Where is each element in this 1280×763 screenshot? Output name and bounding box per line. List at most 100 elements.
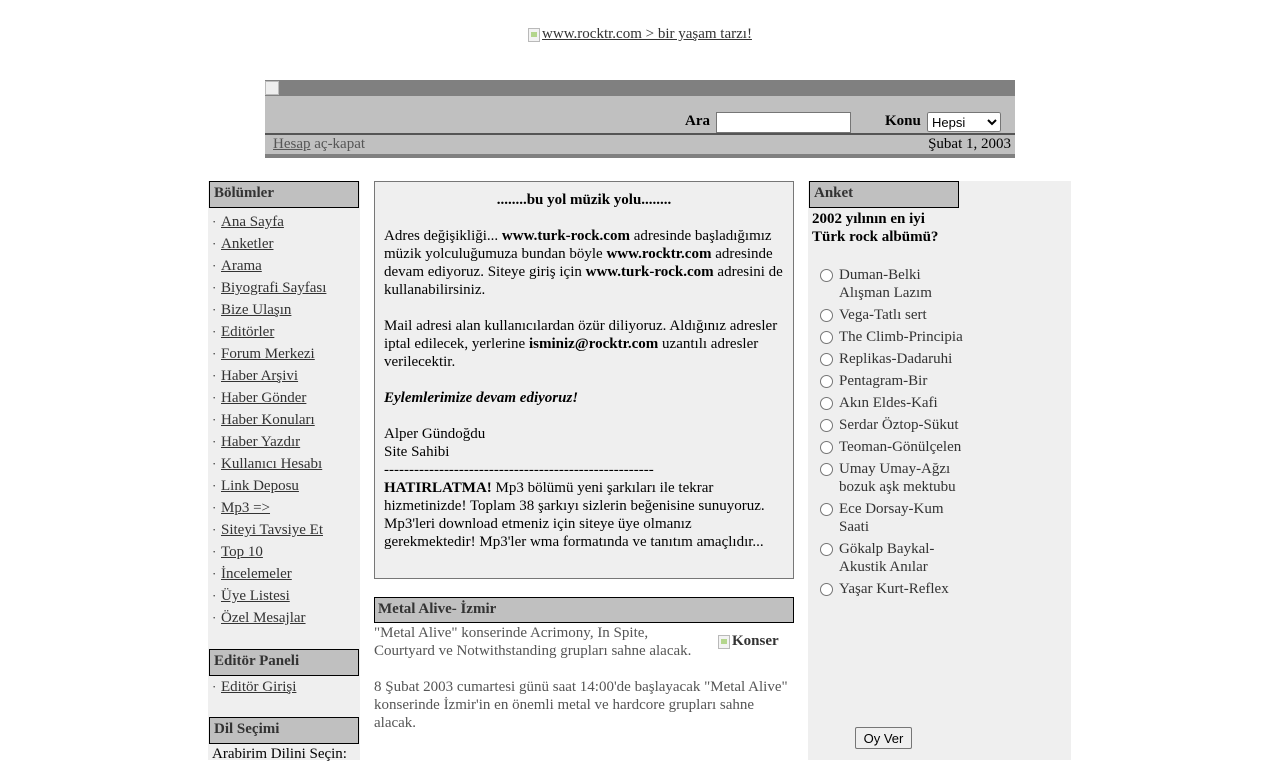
radio-button[interactable]	[820, 269, 833, 282]
bullet: ·	[212, 258, 217, 273]
article-paragraph-1: "Metal Alive" konserinde Acrimony, In Sp…	[374, 625, 692, 659]
sidebar-item[interactable]: · Kullanıcı Hesabı	[212, 453, 326, 475]
poll-option-label: Vega-Tatlı sert	[839, 307, 927, 323]
sidebar-link[interactable]: İncelemeler	[221, 566, 292, 582]
bullet: ·	[212, 280, 217, 295]
sidebar-item[interactable]: · Siteyi Tavsiye Et	[212, 519, 326, 541]
bullet: ·	[212, 588, 217, 603]
sidebar-link[interactable]: Biyografi Sayfası	[221, 280, 326, 296]
poll-option[interactable]: Duman-Belki Alışman Lazım	[818, 266, 963, 302]
sidebar-item[interactable]: · Top 10	[212, 541, 326, 563]
radio-button[interactable]	[820, 503, 833, 516]
poll-option[interactable]: Gökalp Baykal-Akustik Anılar	[818, 540, 963, 576]
poll-option[interactable]: Vega-Tatlı sert	[818, 306, 963, 324]
intro-email: isminiz@rocktr.com	[528, 336, 659, 352]
sidebar-link[interactable]: Haber Yazdır	[221, 434, 300, 450]
editor-login-item[interactable]: · Editör Girişi	[212, 676, 296, 698]
sidebar-item[interactable]: · Haber Yazdır	[212, 431, 326, 453]
poll-option[interactable]: Teoman-Gönülçelen	[818, 438, 963, 456]
bullet: ·	[212, 456, 217, 471]
sidebar-link[interactable]: Üye Listesi	[221, 588, 290, 604]
sidebar-link[interactable]: Arama	[221, 258, 262, 274]
radio-button[interactable]	[820, 441, 833, 454]
poll-option[interactable]: Yaşar Kurt-Reflex	[818, 580, 963, 598]
sidebar-item[interactable]: · Forum Merkezi	[212, 343, 326, 365]
editor-login-link[interactable]: Editör Girişi	[221, 679, 296, 695]
sidebar-item[interactable]: · İncelemeler	[212, 563, 326, 585]
sidebar-link[interactable]: Anketler	[221, 236, 273, 252]
sidebar-item[interactable]: · Üye Listesi	[212, 585, 326, 607]
poll-option[interactable]: The Climb-Principia	[818, 328, 963, 346]
poll-option-label: The Climb-Principia	[839, 329, 963, 345]
sidebar-link[interactable]: Mp3 =>	[221, 500, 270, 516]
radio-button[interactable]	[820, 331, 833, 344]
banner-link[interactable]: www.rocktr.com > bir yaşam tarzı!	[528, 26, 752, 43]
intro-divider: ----------------------------------------…	[384, 462, 654, 478]
language-prompt: Arabirim Dilini Seçin:	[212, 746, 347, 762]
account-link[interactable]: Hesap	[273, 136, 311, 152]
sidebar-item[interactable]: · Arama	[212, 255, 326, 277]
sidebar-link[interactable]: Kullanıcı Hesabı	[221, 456, 322, 472]
sidebar-item[interactable]: · Editörler	[212, 321, 326, 343]
poll-option-label: Yaşar Kurt-Reflex	[839, 581, 949, 597]
poll-options: Duman-Belki Alışman Lazım Vega-Tatlı sert…	[818, 266, 963, 602]
poll-option[interactable]: Pentagram-Bir	[818, 372, 963, 390]
sidebar-item[interactable]: · Biyografi Sayfası	[212, 277, 326, 299]
sidebar-link[interactable]: Özel Mesajlar	[221, 610, 306, 626]
reminder-label: HATIRLATMA!	[384, 480, 492, 496]
poll-option[interactable]: Umay Umay-Ağzı bozuk aşk mektubu	[818, 460, 963, 496]
bullet: ·	[212, 302, 217, 317]
bullet: ·	[212, 390, 217, 405]
sidebar-link[interactable]: Haber Gönder	[221, 390, 306, 406]
intro-signature-name: Alper Gündoğdu	[384, 426, 486, 442]
sidebar-item[interactable]: · Özel Mesajlar	[212, 607, 326, 629]
bullet: ·	[212, 236, 217, 251]
sidebar-item[interactable]: · Mp3 =>	[212, 497, 326, 519]
article-image-alt: Konser	[732, 633, 779, 649]
sidebar-link[interactable]: Bize Ulaşın	[221, 302, 291, 318]
header-bar: Ara Konu Hepsi Hesap aç-kapat Şubat 1, 2…	[265, 80, 1015, 158]
intro-url: www.rocktr.com	[606, 246, 712, 262]
intro-paragraph-1: Adres değişikliği... www.turk-rock.com a…	[384, 227, 784, 299]
sidebar-link[interactable]: Top 10	[221, 544, 263, 560]
article-paragraph-2: 8 Şubat 2003 cumartesi günü saat 14:00'd…	[374, 679, 788, 731]
radio-button[interactable]	[820, 419, 833, 432]
radio-button[interactable]	[820, 543, 833, 556]
site-banner[interactable]: www.rocktr.com > bir yaşam tarzı!	[0, 26, 1280, 47]
intro-paragraph-2: Mail adresi alan kullanıcılardan özür di…	[384, 317, 784, 371]
sidebar-item[interactable]: · Ana Sayfa	[212, 211, 326, 233]
radio-button[interactable]	[820, 583, 833, 596]
sidebar-link[interactable]: Haber Konuları	[221, 412, 315, 428]
sidebar-link[interactable]: Editörler	[221, 324, 274, 340]
poll-option[interactable]: Ece Dorsay-Kum Saati	[818, 500, 963, 536]
radio-button[interactable]	[820, 353, 833, 366]
sidebar-link[interactable]: Haber Arşivi	[221, 368, 298, 384]
poll-option[interactable]: Serdar Öztop-Sükut	[818, 416, 963, 434]
account-bar: Hesap aç-kapat Şubat 1, 2003	[265, 133, 1015, 158]
sidebar-link[interactable]: Link Deposu	[221, 478, 299, 494]
radio-button[interactable]	[820, 375, 833, 388]
poll-option[interactable]: Replikas-Dadaruhi	[818, 350, 963, 368]
radio-button[interactable]	[820, 463, 833, 476]
account-toggle: Hesap aç-kapat	[273, 136, 365, 153]
sidebar-item[interactable]: · Haber Konuları	[212, 409, 326, 431]
vote-button[interactable]: Oy Ver	[855, 727, 912, 749]
sidebar-link[interactable]: Ana Sayfa	[221, 214, 284, 230]
topic-select[interactable]: Hepsi	[927, 112, 1001, 132]
radio-button[interactable]	[820, 309, 833, 322]
poll-option-label: Akın Eldes-Kafi	[839, 395, 938, 411]
sidebar-item[interactable]: · Haber Arşivi	[212, 365, 326, 387]
sidebar-link[interactable]: Siteyi Tavsiye Et	[221, 522, 323, 538]
sidebar-item[interactable]: · Bize Ulaşın	[212, 299, 326, 321]
intro-reminder: HATIRLATMA! Mp3 bölümü yeni şarkıları il…	[384, 479, 784, 551]
radio-button[interactable]	[820, 397, 833, 410]
sidebar-item[interactable]: · Haber Gönder	[212, 387, 326, 409]
sections-menu: · Ana Sayfa · Anketler · Arama · Biyografi Sayf…	[212, 211, 326, 629]
bullet: ·	[212, 610, 217, 625]
sidebar-link[interactable]: Forum Merkezi	[221, 346, 315, 362]
sidebar-item[interactable]: · Anketler	[212, 233, 326, 255]
search-input[interactable]	[716, 112, 851, 133]
bullet: ·	[212, 478, 217, 493]
poll-option[interactable]: Akın Eldes-Kafi	[818, 394, 963, 412]
sidebar-item[interactable]: · Link Deposu	[212, 475, 326, 497]
